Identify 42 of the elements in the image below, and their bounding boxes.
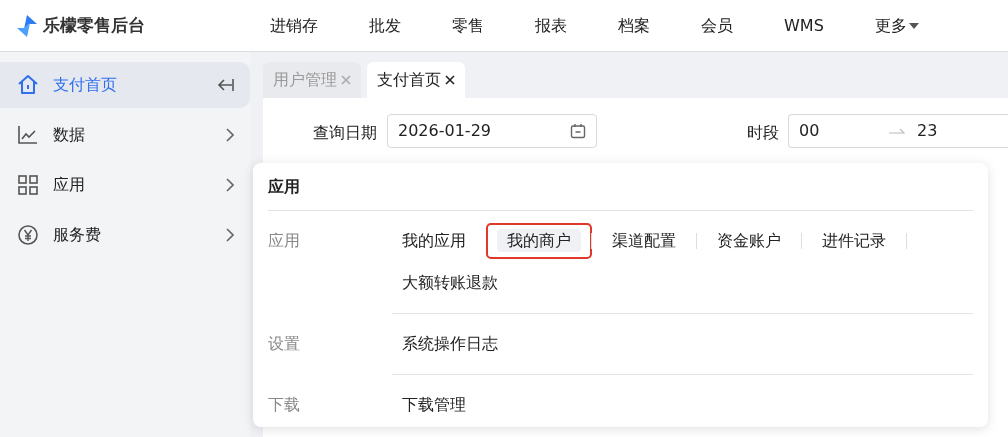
menu-item[interactable]: 渠道配置: [602, 227, 686, 255]
section-label: 设置: [268, 333, 301, 355]
section-label: 下载: [268, 394, 301, 416]
date-field[interactable]: 2026-01-29: [387, 114, 597, 148]
calendar-icon: [570, 123, 586, 139]
home-icon: [17, 74, 39, 96]
nav-link[interactable]: 更多: [856, 13, 937, 38]
menu-item[interactable]: 系统操作日志: [392, 330, 508, 358]
caret-icon: [908, 22, 919, 29]
app-title: 乐檬零售后台: [43, 13, 145, 37]
menu-item[interactable]: 进件记录: [812, 227, 896, 255]
chevron-right-icon: [226, 128, 234, 142]
sidebar-item[interactable]: 服务费: [0, 212, 250, 258]
line-chart-icon: [17, 124, 39, 146]
menu-item[interactable]: 资金账户: [707, 227, 791, 255]
menu-item[interactable]: 我的应用: [392, 227, 476, 255]
nav-link[interactable]: 报表: [517, 13, 585, 38]
sidebar-item[interactable]: 数据: [0, 112, 250, 158]
menu-item[interactable]: 我的商户: [497, 229, 581, 252]
menu-item[interactable]: 大额转账退款: [392, 269, 508, 297]
chevron-right-icon: [226, 228, 234, 242]
section-label: 应用: [268, 230, 301, 252]
field-label: 时段: [747, 122, 779, 144]
chevron-right-icon: [226, 178, 234, 192]
sidebar-item[interactable]: 应用: [0, 162, 250, 208]
nav-link[interactable]: 会员: [683, 13, 751, 38]
menu-item[interactable]: 下载管理: [392, 391, 476, 419]
popup-title: 应用: [268, 175, 300, 198]
sidebar-item[interactable]: 支付首页: [0, 62, 250, 108]
nav-link[interactable]: WMS: [766, 13, 842, 38]
tab[interactable]: 支付首页: [367, 62, 465, 98]
nav-link[interactable]: 零售: [434, 13, 502, 38]
logo-icon: [17, 14, 37, 37]
time-range-field[interactable]: 00 23: [788, 114, 1008, 148]
close-icon[interactable]: [445, 75, 455, 85]
nav-link[interactable]: 档案: [600, 13, 668, 38]
nav-link[interactable]: 批发: [351, 13, 419, 38]
grid-icon: [17, 174, 39, 196]
field-label: 查询日期: [313, 122, 377, 144]
nav-link[interactable]: 进销存: [252, 13, 336, 38]
collapse-icon: [216, 78, 234, 92]
yen-icon: [17, 224, 39, 246]
